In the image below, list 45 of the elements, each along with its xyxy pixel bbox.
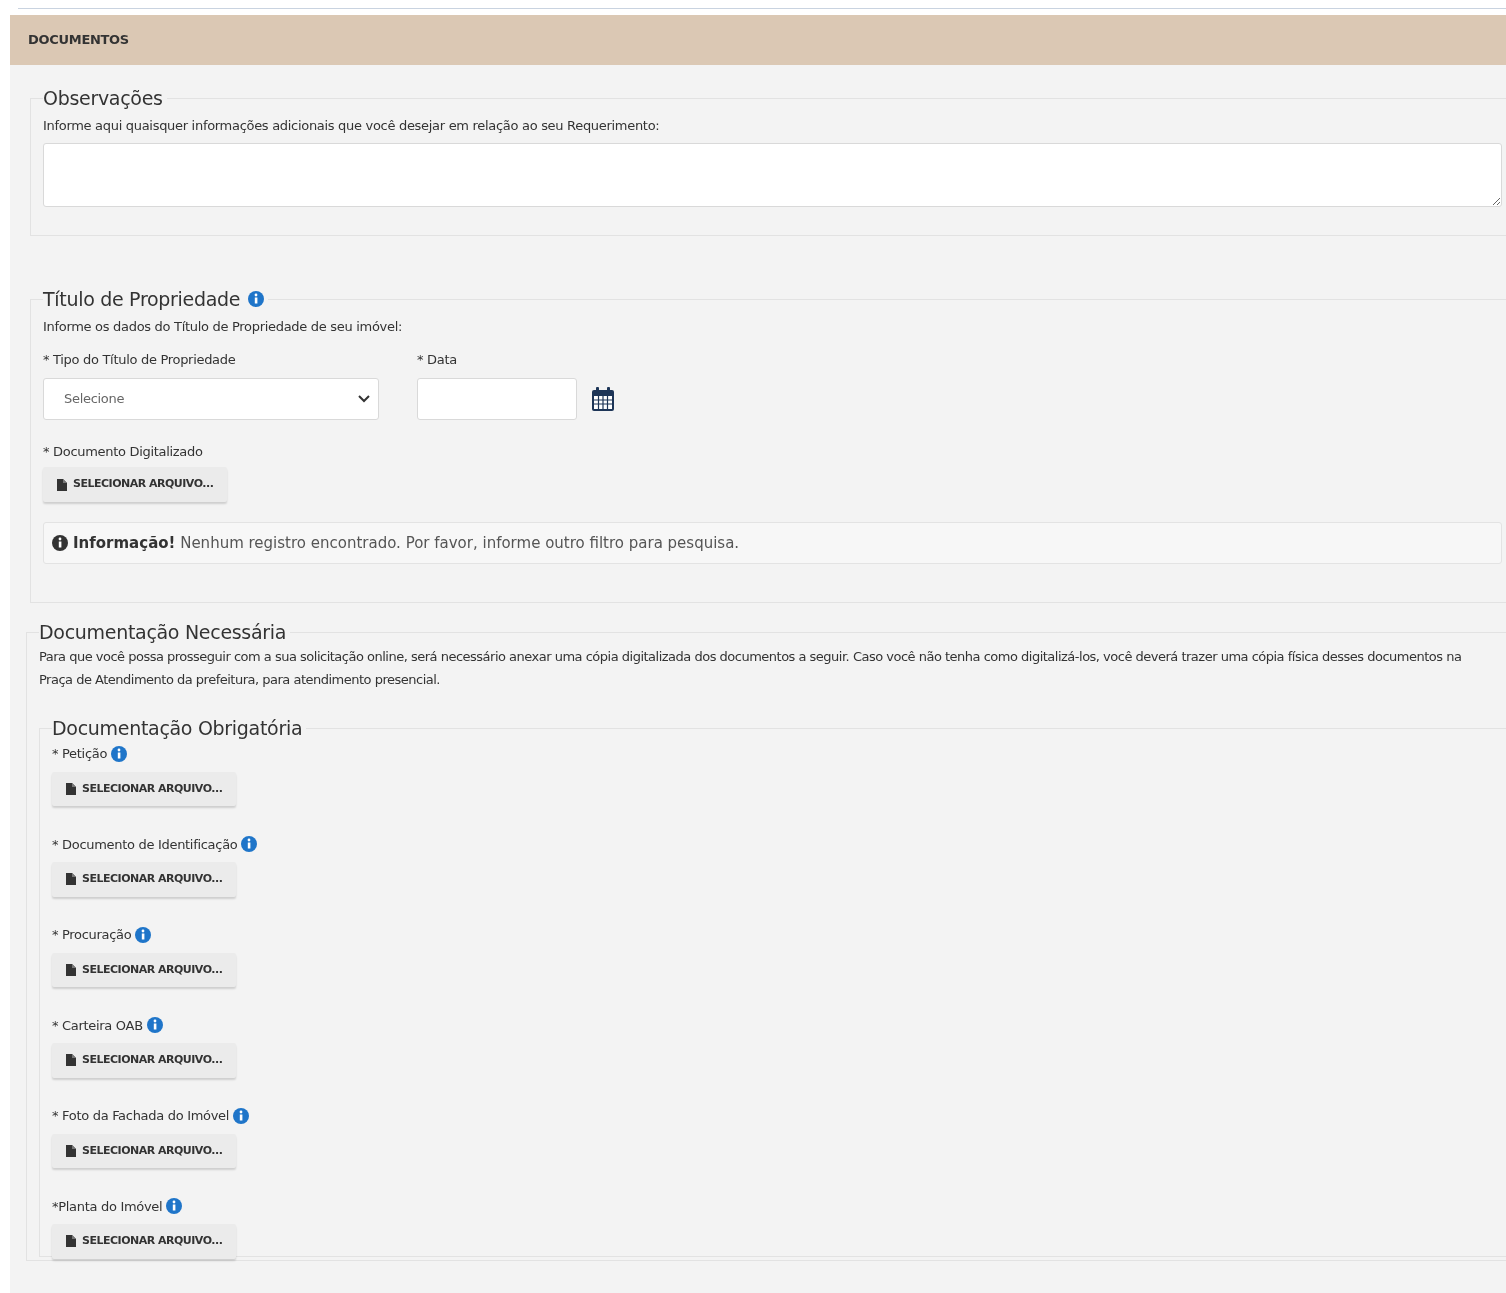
info-icon [52,534,68,551]
date-field[interactable] [417,377,577,420]
document-label: * Carteira OAB [52,1016,143,1035]
property-type-select[interactable]: Selecione [43,377,379,420]
document-label: * Documento de Identificação [52,835,238,854]
document-label: *Planta do Imóvel [52,1197,163,1216]
info-icon[interactable] [248,291,265,308]
file-icon [66,1235,76,1248]
select-file-button[interactable]: SELECIONAR ARQUIVO... [52,771,237,807]
field-label: * Tipo do Título de Propriedade [43,351,237,370]
document-label: * Petição [52,745,108,764]
alert-text: Informação! Nenhum registro encontrado. Por favor, informe outro filtro para pesquisa. [73,532,740,554]
panel-title: DOCUMENTOS [28,31,129,50]
chevron-icon [358,394,370,403]
hint-text: Informe aqui quaisquer informações adicionais que você desejar em relação ao seu Requerimento: [43,116,661,135]
description-text: Para que você possa prosseguir com a sua solicitação online, será necessário anexar uma cópia digitalizada dos documentos a seguir. Caso você não tenha como digitalizá-los, você deverá trazer uma cópia física desses documentos na Praça de Atendimento da prefeitura, para atendimento presencial. [39,647,1463,689]
document-label: * Foto da Fachada do Imóvel [52,1107,230,1126]
info-icon[interactable] [166,1198,183,1215]
document-label: * Procuração [52,926,132,945]
section-legend: Documentação Necessária [39,621,287,644]
file-icon [66,782,76,795]
section-legend: Documentação Obrigatória [52,717,303,741]
select-file-button[interactable]: SELECIONAR ARQUIVO... [52,1224,237,1259]
calendar-icon[interactable] [591,385,615,412]
file-icon [66,873,76,886]
intro-text: Informe os dados do Título de Propriedade de seu imóvel: [43,317,404,336]
select-file-button[interactable]: SELECIONAR ARQUIVO... [52,952,237,988]
info-icon[interactable] [146,1017,163,1034]
file-icon [57,478,67,491]
info-icon[interactable] [241,836,258,853]
select-file-button[interactable]: SELECIONAR ARQUIVO... [43,467,228,502]
file-icon [66,1144,76,1157]
info-icon[interactable] [233,1107,250,1124]
select-file-button[interactable]: SELECIONAR ARQUIVO... [52,1133,237,1169]
field-label: * Data [417,351,458,370]
field-label: * Documento Digitalizado [43,442,204,461]
info-icon[interactable] [111,745,128,762]
info-icon[interactable] [135,926,152,943]
observations-field[interactable] [43,143,1502,208]
select-file-button[interactable]: SELECIONAR ARQUIVO... [52,1043,237,1078]
file-icon [66,963,76,976]
select-file-button[interactable]: SELECIONAR ARQUIVO... [52,862,237,897]
file-icon [66,1054,76,1067]
section-legend: Título de Propriedade [43,288,241,311]
section-legend: Observações [43,87,163,110]
